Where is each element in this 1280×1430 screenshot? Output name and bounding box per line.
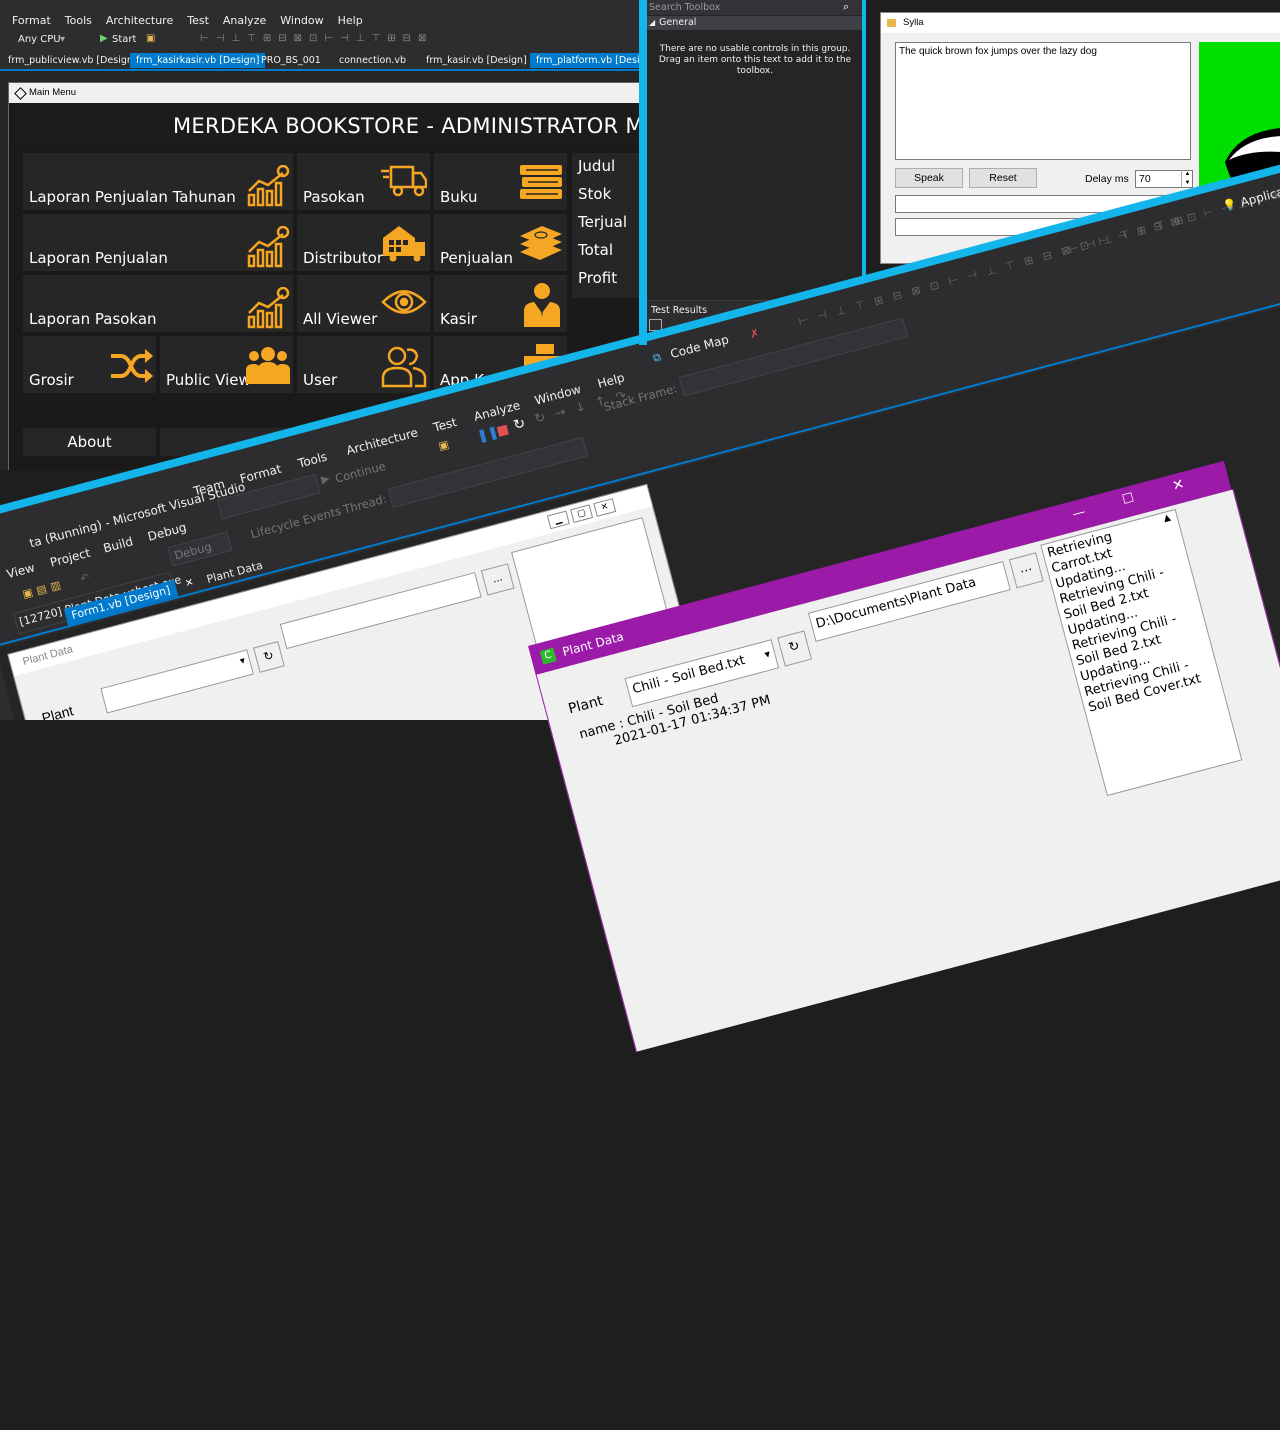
separator-vertical-2 bbox=[862, 0, 866, 276]
minimize-icon[interactable]: — bbox=[1071, 504, 1087, 522]
app-icon: C bbox=[539, 647, 557, 665]
plant-data-window: C Plant Data — ☐ ✕ Plant Chili - Soil Be… bbox=[528, 460, 1280, 1052]
plant-label: Plant bbox=[566, 692, 605, 718]
maximize-icon[interactable]: ☐ bbox=[1121, 490, 1136, 507]
log-listbox[interactable]: Retrieving Carrot.txt Updating... Retrie… bbox=[1040, 508, 1243, 797]
browse-button[interactable]: ... bbox=[1008, 552, 1044, 589]
separator-vertical bbox=[639, 0, 647, 345]
close-icon[interactable]: ✕ bbox=[1171, 476, 1186, 494]
refresh-icon[interactable]: ↻ bbox=[777, 630, 813, 667]
chevron-down-icon[interactable]: ▾ bbox=[763, 647, 772, 661]
